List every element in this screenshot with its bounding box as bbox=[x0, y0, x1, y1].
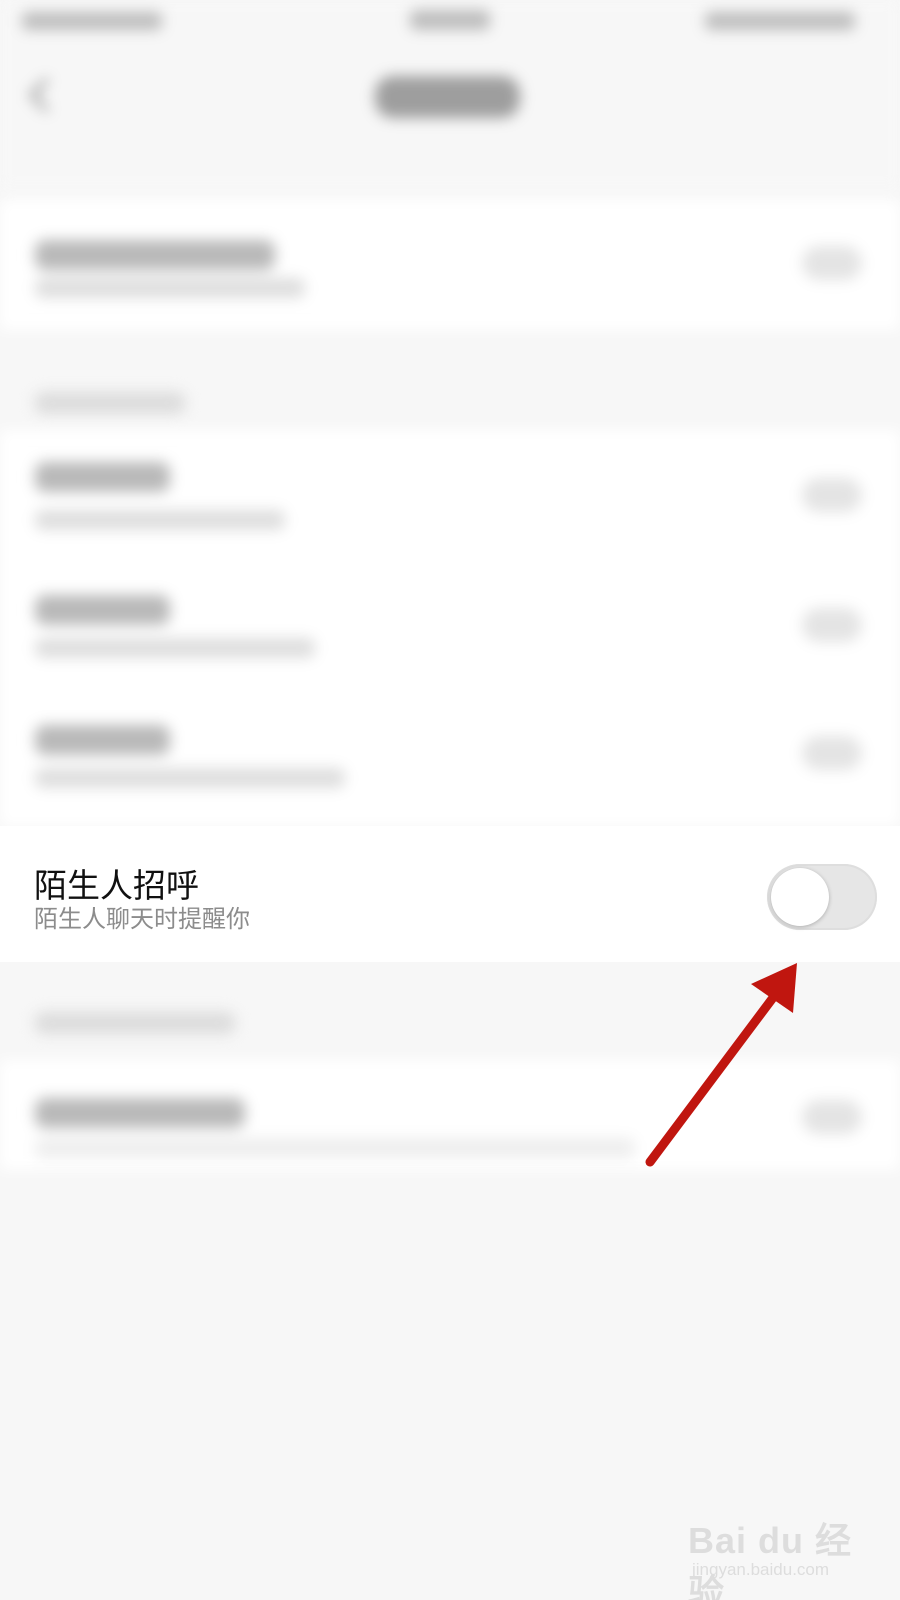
page-title bbox=[375, 76, 520, 118]
baidu-jingyan-watermark: Bai du 经验 jingyan.baidu.com bbox=[688, 1500, 878, 1600]
section-header bbox=[35, 392, 185, 414]
stranger-greeting-row: 陌生人招呼 陌生人聊天时提醒你 bbox=[0, 826, 900, 962]
blurred-background bbox=[0, 0, 900, 1600]
row-title: 陌生人招呼 bbox=[34, 866, 199, 905]
back-arrow-icon[interactable] bbox=[29, 78, 63, 112]
toggle-knob bbox=[771, 868, 829, 926]
navigation-bar bbox=[0, 48, 900, 188]
settings-card-middle bbox=[0, 430, 900, 826]
settings-screen: 陌生人招呼 陌生人聊天时提醒你 Bai du 经验 jingyan.baidu.… bbox=[0, 0, 900, 1600]
status-bar bbox=[0, 0, 900, 48]
stranger-greeting-toggle[interactable] bbox=[767, 864, 877, 930]
section-header bbox=[35, 1012, 235, 1034]
settings-card-bottom bbox=[0, 1060, 900, 1170]
row-subtitle: 陌生人聊天时提醒你 bbox=[34, 905, 250, 933]
settings-card-top bbox=[0, 200, 900, 330]
watermark-brand: Bai du 经验 bbox=[688, 1520, 853, 1600]
watermark-url: jingyan.baidu.com bbox=[692, 1560, 830, 1579]
